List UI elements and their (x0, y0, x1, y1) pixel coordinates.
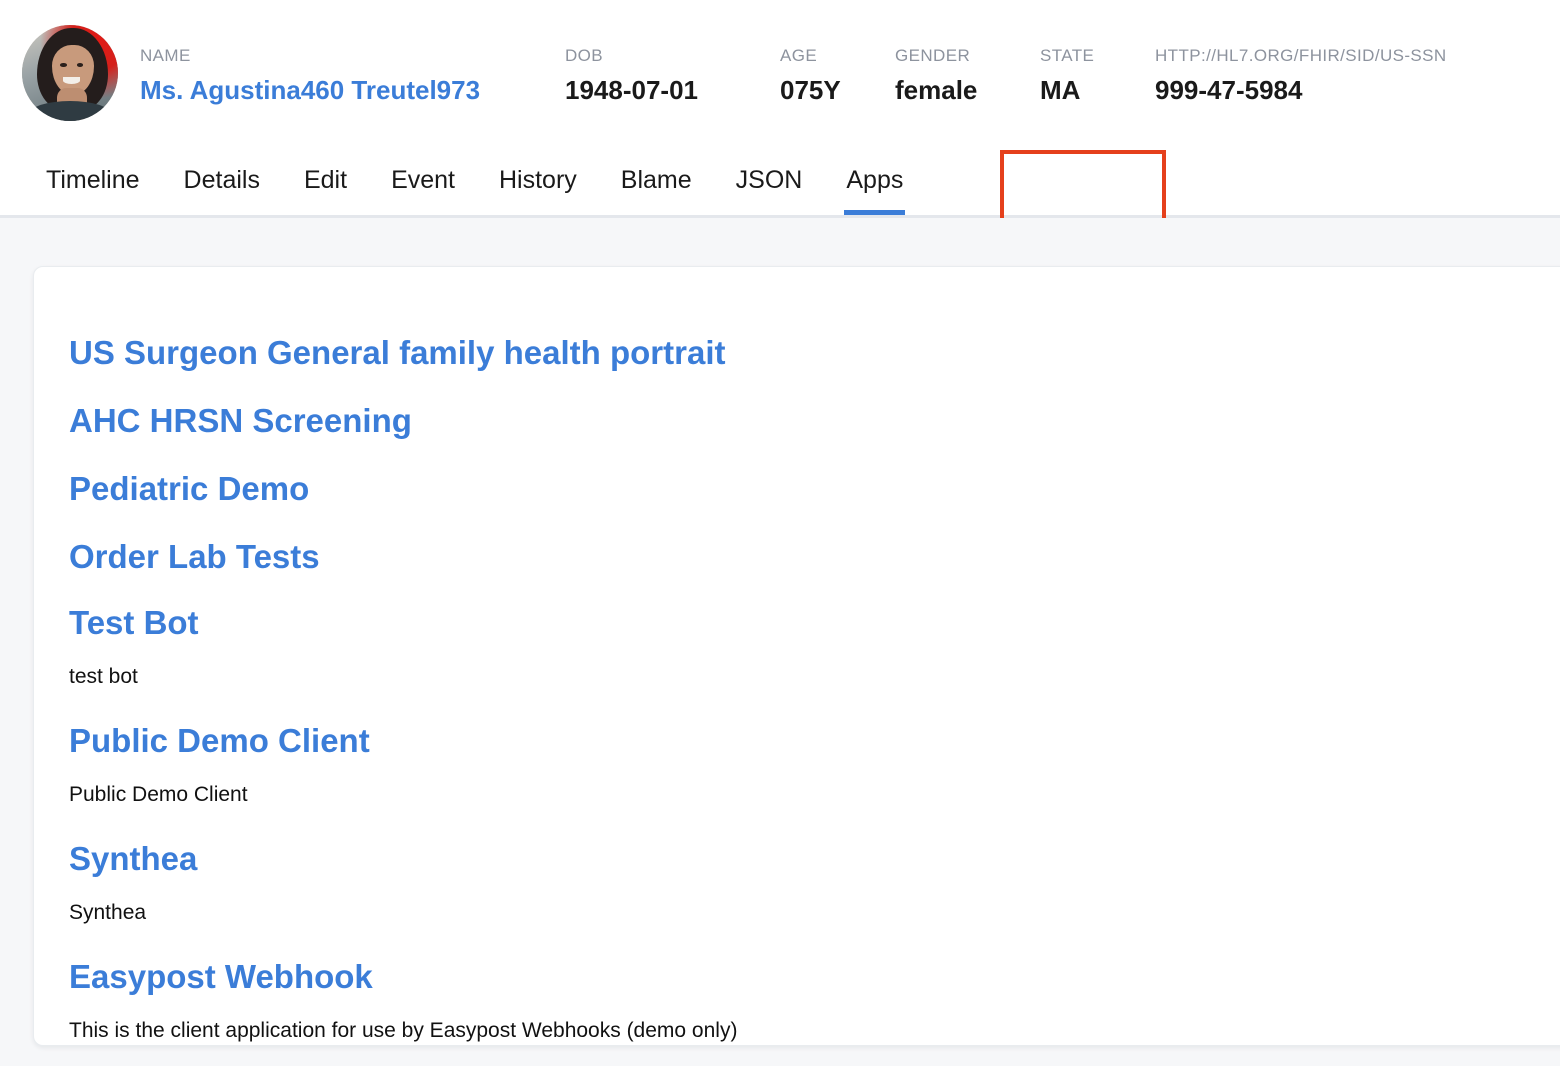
patient-demographics: NAME Ms. Agustina460 Treutel973 DOB 1948… (140, 40, 1447, 106)
patient-field-gender: GENDER female (895, 46, 1040, 106)
app-link-public-demo-client[interactable]: Public Demo Client (69, 709, 1560, 773)
app-description-public-demo-client: Public Demo Client (69, 773, 1560, 817)
tab-details[interactable]: Details (162, 145, 282, 215)
app-list-item: US Surgeon General family health portrai… (69, 319, 1560, 387)
tab-event[interactable]: Event (369, 145, 477, 215)
app-list-item: Easypost Webhook This is the client appl… (69, 945, 1560, 1046)
app-description-test-bot: test bot (69, 655, 1560, 699)
app-list-item: Pediatric Demo (69, 455, 1560, 523)
tab-blame[interactable]: Blame (599, 145, 714, 215)
avatar-photo-eye-right (77, 63, 84, 67)
patient-field-dob-label: DOB (565, 46, 780, 66)
app-list-item: Public Demo Client Public Demo Client (69, 709, 1560, 817)
page-body: US Surgeon General family health portrai… (0, 218, 1560, 1066)
avatar-photo-smile (63, 77, 79, 84)
patient-field-name-label: NAME (140, 46, 565, 66)
patient-field-age-label: AGE (780, 46, 895, 66)
app-description-easypost-webhook: This is the client application for use b… (69, 1009, 1560, 1046)
tab-apps-highlight-box (1000, 150, 1166, 224)
patient-field-age: AGE 075Y (780, 46, 895, 106)
app-link-synthea[interactable]: Synthea (69, 827, 1560, 891)
app-list-item: Test Bot test bot (69, 591, 1560, 699)
tab-edit[interactable]: Edit (282, 145, 369, 215)
app-link-ahc-hrsn-screening[interactable]: AHC HRSN Screening (69, 387, 1560, 455)
app-link-us-surgeon-general-family-health-portrait[interactable]: US Surgeon General family health portrai… (69, 319, 1560, 387)
app-link-test-bot[interactable]: Test Bot (69, 591, 1560, 655)
avatar-photo-shoulder (30, 101, 111, 120)
app-link-pediatric-demo[interactable]: Pediatric Demo (69, 455, 1560, 523)
tab-apps[interactable]: Apps (824, 145, 925, 215)
patient-header: NAME Ms. Agustina460 Treutel973 DOB 1948… (0, 0, 1560, 145)
patient-field-dob: DOB 1948-07-01 (565, 46, 780, 106)
patient-field-gender-value: female (895, 74, 1040, 106)
app-list-item: AHC HRSN Screening (69, 387, 1560, 455)
tab-history[interactable]: History (477, 145, 599, 215)
app-link-order-lab-tests[interactable]: Order Lab Tests (69, 523, 1560, 591)
patient-field-ssn: HTTP://HL7.ORG/FHIR/SID/US-SSN 999-47-59… (1155, 46, 1447, 106)
patient-name-link[interactable]: Ms. Agustina460 Treutel973 (140, 74, 565, 106)
patient-field-name: NAME Ms. Agustina460 Treutel973 (140, 46, 565, 106)
tab-json[interactable]: JSON (714, 145, 825, 215)
tab-timeline[interactable]: Timeline (24, 145, 162, 215)
patient-field-state: STATE MA (1040, 46, 1155, 106)
patient-field-age-value: 075Y (780, 74, 895, 106)
avatar (22, 25, 118, 121)
app-link-easypost-webhook[interactable]: Easypost Webhook (69, 945, 1560, 1009)
patient-field-dob-value: 1948-07-01 (565, 74, 780, 106)
app-list-item: Synthea Synthea (69, 827, 1560, 935)
patient-field-state-value: MA (1040, 74, 1155, 106)
tab-bar: Timeline Details Edit Event History Blam… (0, 145, 1560, 218)
apps-list-card: US Surgeon General family health portrai… (33, 266, 1560, 1046)
patient-field-gender-label: GENDER (895, 46, 1040, 66)
app-list-item: Order Lab Tests (69, 523, 1560, 591)
avatar-photo-eye-left (60, 63, 67, 67)
patient-field-ssn-label: HTTP://HL7.ORG/FHIR/SID/US-SSN (1155, 46, 1447, 66)
patient-field-ssn-value: 999-47-5984 (1155, 74, 1447, 106)
app-description-synthea: Synthea (69, 891, 1560, 935)
patient-field-state-label: STATE (1040, 46, 1155, 66)
